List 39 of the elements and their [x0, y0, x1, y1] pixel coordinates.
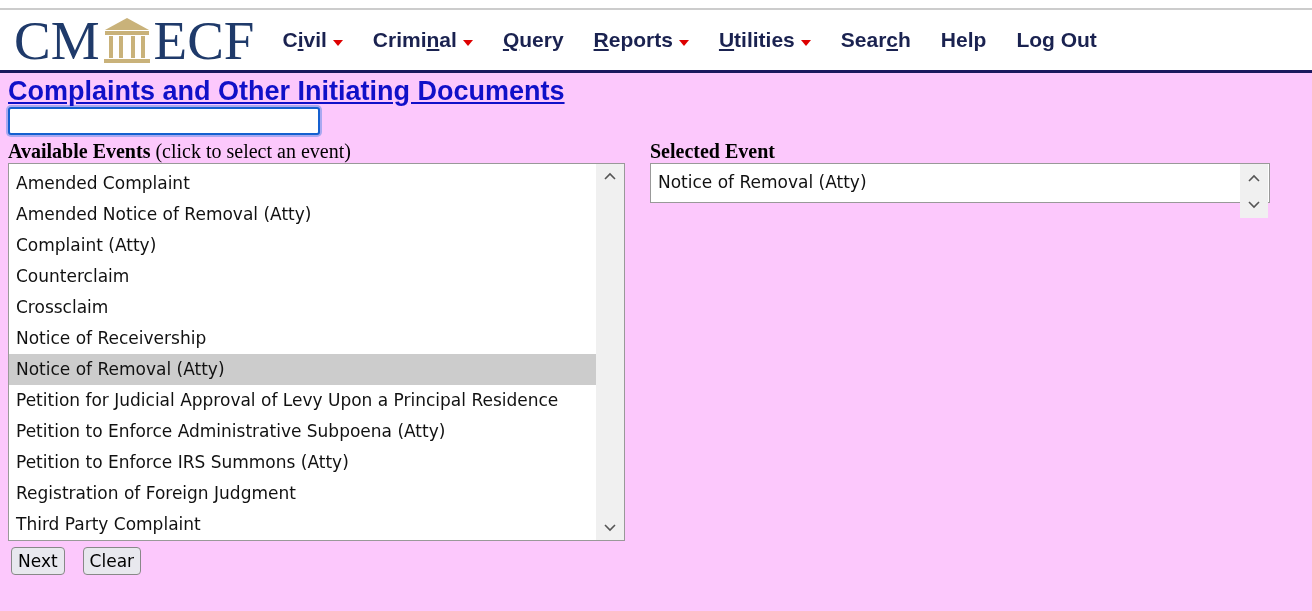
list-option[interactable]: Complaint (Atty) [9, 230, 596, 261]
caret-icon[interactable] [800, 40, 811, 46]
selected-event-label: Selected Event [650, 140, 775, 162]
form-button[interactable]: Clear [82, 547, 142, 575]
list-option[interactable]: Petition to Enforce Administrative Subpoena (Atty) [9, 416, 596, 447]
menu-link[interactable]: Query [502, 28, 564, 52]
available-events-listbox[interactable] [8, 163, 625, 541]
scroll-down-icon[interactable] [604, 524, 616, 532]
page-heading[interactable]: Complaints and Other Initiating Documents [8, 76, 565, 106]
list-option[interactable]: Crossclaim [9, 292, 596, 323]
menu-link[interactable]: Help [940, 28, 987, 52]
form-button[interactable]: Next [11, 547, 65, 575]
list-option[interactable]: Registration of Foreign Judgment [9, 478, 596, 509]
menu-link[interactable]: Log Out [1016, 28, 1097, 52]
available-events-label: Available Events [8, 140, 151, 162]
scroll-down-icon[interactable] [1248, 200, 1260, 209]
list-option[interactable]: Notice of Receivership [9, 323, 596, 354]
list-option[interactable]: Amended Notice of Removal (Atty) [9, 199, 596, 230]
menu-link[interactable]: Reports [593, 28, 673, 52]
caret-icon[interactable] [462, 40, 473, 46]
cmecf-logo[interactable]: CM ECF [14, 12, 255, 68]
caret-icon[interactable] [678, 40, 689, 46]
caret-icon[interactable] [332, 40, 343, 46]
list-option[interactable]: Petition for Judicial Approval of Levy Upon a Principal Residence [9, 385, 596, 416]
filter-input-field[interactable] [8, 107, 320, 135]
list-option[interactable]: Amended Complaint [9, 168, 596, 199]
available-events-hint: (click to select an event) [155, 140, 351, 162]
menu-link[interactable]: Search [840, 28, 911, 52]
menu-link[interactable]: Civil [282, 28, 327, 52]
list-option[interactable]: Third Party Complaint [9, 509, 596, 540]
scroll-up-icon[interactable] [1248, 173, 1260, 182]
list-option[interactable]: Counterclaim [9, 261, 596, 292]
list-option[interactable]: Notice of Removal (Atty) [9, 354, 596, 385]
scroll-up-icon[interactable] [604, 172, 616, 180]
list-option[interactable]: Petition to Enforce IRS Summons (Atty) [9, 447, 596, 478]
scrollbar[interactable] [596, 164, 624, 540]
menu-link[interactable]: Criminal [372, 28, 457, 52]
menu-link[interactable]: Utilities [718, 28, 795, 52]
scrollbar[interactable] [1240, 164, 1268, 218]
